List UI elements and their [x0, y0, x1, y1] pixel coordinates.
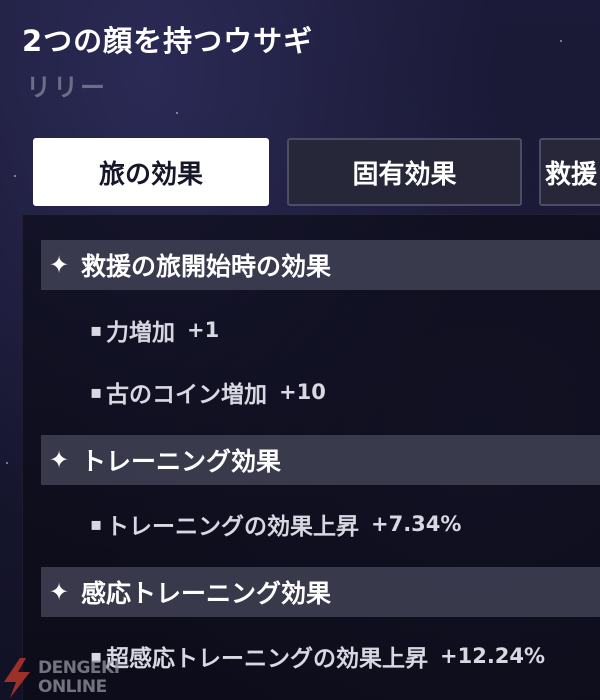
section-title: 感応トレーニング効果	[81, 579, 332, 608]
watermark-text: DENGEKI ONLINE	[38, 659, 120, 697]
sparkle-star-icon: ✦	[49, 251, 70, 279]
section-title: 救援の旅開始時の効果	[81, 252, 332, 281]
character-name: リリー	[26, 73, 108, 102]
effect-item: ▪ 超感応トレーニングの効果上昇 +12.24%	[90, 636, 545, 676]
section-header-rescue-start: ✦ 救援の旅開始時の効果	[41, 240, 600, 290]
section-header-training: ✦ トレーニング効果	[41, 435, 600, 485]
effect-item: ▪ トレーニングの効果上昇 +7.34%	[90, 504, 461, 544]
sparkle-decoration	[14, 175, 16, 177]
bullet-icon: ▪	[90, 381, 103, 403]
sparkle-decoration	[6, 462, 8, 464]
screen: 2つの顔を持つウサギ リリー 旅の効果 固有効果 救援 ✦ 救援の旅開始時の効果…	[0, 0, 600, 700]
effect-value: +7.34%	[371, 512, 462, 536]
tab-rescue[interactable]: 救援	[539, 138, 600, 206]
bullet-icon: ▪	[90, 319, 103, 341]
bullet-icon: ▪	[90, 513, 103, 535]
effect-label: 古のコイン増加	[106, 382, 267, 408]
effect-value: +10	[279, 380, 326, 404]
effect-value: +1	[187, 318, 220, 342]
effect-label: 超感応トレーニングの効果上昇	[106, 646, 428, 672]
sparkle-star-icon: ✦	[49, 446, 70, 474]
effect-item: ▪ 古のコイン増加 +10	[90, 372, 326, 412]
watermark: DENGEKI ONLINE	[0, 656, 130, 700]
effect-label: 力増加	[106, 320, 175, 346]
section-header-resonance-training: ✦ 感応トレーニング効果	[41, 567, 600, 617]
sparkle-star-icon: ✦	[49, 578, 70, 606]
effect-item: ▪ 力増加 +1	[90, 310, 219, 350]
tab-journey-effect[interactable]: 旅の効果	[33, 138, 269, 206]
sparkle-decoration	[176, 112, 178, 114]
watermark-line1: DENGEKI	[38, 658, 120, 678]
character-title: 2つの顔を持つウサギ	[22, 24, 314, 58]
lightning-logo-icon	[4, 658, 30, 698]
tab-unique-effect[interactable]: 固有効果	[287, 138, 522, 206]
section-title: トレーニング効果	[81, 447, 282, 476]
effect-label: トレーニングの効果上昇	[106, 514, 359, 540]
sparkle-decoration	[560, 40, 562, 42]
effect-value: +12.24%	[440, 644, 546, 668]
watermark-line2: ONLINE	[38, 677, 107, 697]
